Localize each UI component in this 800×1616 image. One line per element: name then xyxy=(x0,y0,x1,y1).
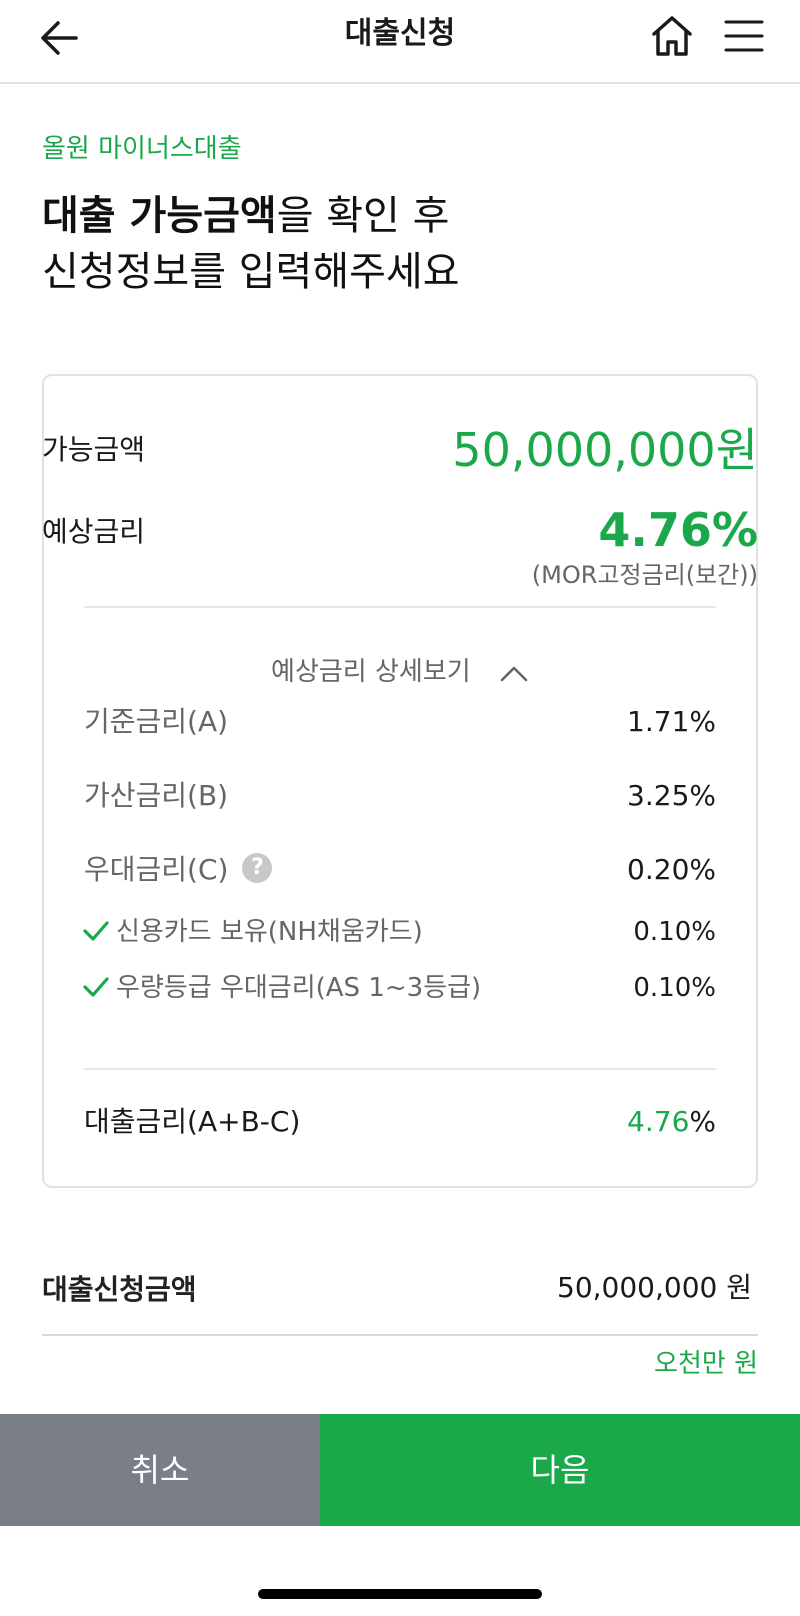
chevron-up-icon xyxy=(500,666,528,681)
home-indicator xyxy=(258,1589,542,1599)
page-headline: 대출 가능금액을 확인 후 신청정보를 입력해주세요 xyxy=(42,188,460,300)
loan-rate-total-number: 4.76 xyxy=(627,1105,690,1138)
rate-type-note: (MOR고정금리(보간)) xyxy=(531,561,758,589)
top-app-bar: 대출신청 xyxy=(0,0,800,84)
benefit-value: 0.10% xyxy=(633,973,716,1003)
loan-amount-label: 대출신청금액 xyxy=(42,1273,197,1306)
added-rate-label: 가산금리(B) xyxy=(84,779,229,812)
home-button[interactable] xyxy=(648,12,696,60)
headline-emphasis: 대출 가능금액 xyxy=(42,193,277,239)
question-circle-icon[interactable]: ? xyxy=(242,853,273,883)
loan-rate-total-label: 대출금리(A+B-C) xyxy=(84,1105,301,1138)
headline-line2: 신청정보를 입력해주세요 xyxy=(42,249,460,295)
product-name: 올원 마이너스대출 xyxy=(42,134,242,164)
cancel-button[interactable]: 취소 xyxy=(0,1414,320,1526)
expected-rate-value: 4.76% xyxy=(598,503,758,557)
preferential-rate-label: 우대금리(C) xyxy=(84,853,229,886)
benefit-label: 우량등급 우대금리(AS 1~3등급) xyxy=(116,973,482,1003)
benefit-item: 신용카드 보유(NH채움카드) xyxy=(82,914,423,950)
loan-rate-total-unit: % xyxy=(689,1105,716,1138)
hamburger-menu-icon xyxy=(724,20,764,52)
card-divider xyxy=(84,606,716,608)
available-amount-label: 가능금액 xyxy=(42,433,146,466)
home-icon xyxy=(652,16,692,56)
added-rate-value: 3.25% xyxy=(627,779,716,812)
check-icon xyxy=(83,920,109,941)
card-divider xyxy=(84,1068,716,1070)
benefit-label: 신용카드 보유(NH채움카드) xyxy=(116,917,423,947)
loan-amount-korean: 오천만 원 xyxy=(654,1349,758,1379)
benefit-value: 0.10% xyxy=(633,917,716,947)
menu-button[interactable] xyxy=(722,12,766,60)
loan-amount-value[interactable]: 50,000,000 원 xyxy=(557,1270,752,1306)
rate-detail-toggle[interactable]: 예상금리 상세보기 xyxy=(42,654,758,690)
base-rate-value: 1.71% xyxy=(627,705,716,738)
check-icon xyxy=(83,976,109,997)
headline-line1-rest: 을 확인 후 xyxy=(276,193,450,239)
loan-rate-total-value: 4.76% xyxy=(627,1104,716,1140)
benefit-item: 우량등급 우대금리(AS 1~3등급) xyxy=(82,970,481,1006)
preferential-rate-value: 0.20% xyxy=(627,853,716,886)
next-button[interactable]: 다음 xyxy=(320,1414,800,1526)
preferential-rate-row: 우대금리(C)? xyxy=(84,852,273,888)
available-amount-value: 50,000,000원 xyxy=(452,423,758,477)
rate-detail-toggle-label: 예상금리 상세보기 xyxy=(271,657,471,687)
base-rate-label: 기준금리(A) xyxy=(84,705,229,738)
expected-rate-label: 예상금리 xyxy=(42,515,146,548)
